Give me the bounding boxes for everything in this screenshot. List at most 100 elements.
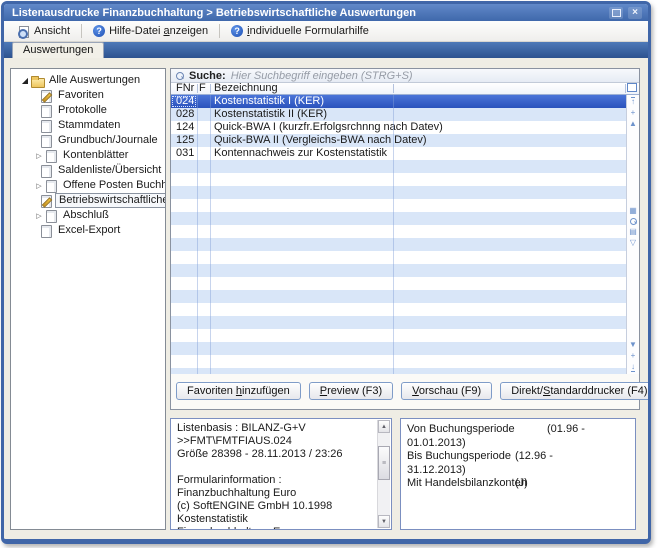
- add-icon[interactable]: +: [631, 352, 636, 360]
- preview-button[interactable]: Preview (F3): [309, 382, 393, 400]
- tree-item-label: Favoriten: [55, 89, 107, 102]
- page-icon: [40, 165, 55, 177]
- scroll-up-icon[interactable]: ▲: [629, 120, 637, 128]
- search-icon: [176, 72, 184, 80]
- column-divider: [197, 95, 198, 374]
- info-line: Finanzbuchhaltung Euro: [177, 487, 373, 500]
- tree-item-kontenblaetter[interactable]: ▷ Kontenblätter: [11, 148, 165, 163]
- favoriten-hinzufuegen-button[interactable]: Favoriten hinzufügen: [176, 382, 301, 400]
- tree-item-alle-auswertungen[interactable]: ◢ Alle Auswertungen: [11, 73, 165, 88]
- tree-item-label: Abschluß: [60, 209, 112, 222]
- period-label: Von Buchungsperiode: [407, 423, 629, 437]
- tab-auswertungen[interactable]: Auswertungen: [12, 42, 104, 58]
- scrollbar-thumb[interactable]: ≡: [378, 446, 390, 480]
- search-input[interactable]: Hier Suchbegriff eingeben (STRG+S): [231, 70, 639, 82]
- page-icon: [45, 210, 60, 222]
- info-line: [177, 461, 373, 474]
- scroll-up-arrow-icon[interactable]: ▲: [378, 420, 390, 433]
- window-title: Listenausdrucke Finanzbuchhaltung > Betr…: [12, 7, 604, 19]
- info-scrollbar[interactable]: ▲ ≡ ▼: [377, 420, 390, 528]
- folder-icon: [31, 75, 46, 87]
- info-line: (c) SoftENGINE GmbH 10.1998: [177, 500, 373, 513]
- vorschau-button[interactable]: Vorschau (F9): [401, 382, 492, 400]
- tree-item-protokolle[interactable]: Protokolle: [11, 103, 165, 118]
- tree-item-betriebswirtschaftliche-auswertungen[interactable]: Betriebswirtschaftliche Auswertungen: [11, 193, 165, 208]
- column-divider: [210, 95, 211, 374]
- scroll-to-bottom-icon[interactable]: ↓: [631, 363, 635, 372]
- column-chooser-icon[interactable]: [629, 85, 637, 92]
- ansicht-button[interactable]: Ansicht: [10, 22, 77, 41]
- tree-item-stammdaten[interactable]: Stammdaten: [11, 118, 165, 133]
- list-header[interactable]: FNr F Bezeichnung: [171, 83, 639, 95]
- list-view-icon[interactable]: ▤: [629, 228, 637, 236]
- action-button-row: Favoriten hinzufügen Preview (F3) Vorsch…: [171, 374, 639, 409]
- toolbar-separator: [219, 24, 220, 38]
- tree-item-label: Protokolle: [55, 104, 110, 117]
- title-bar[interactable]: Listenausdrucke Finanzbuchhaltung > Betr…: [4, 4, 648, 21]
- tree-item-abschluss[interactable]: ▷ Abschluß: [11, 208, 165, 223]
- app-window: Listenausdrucke Finanzbuchhaltung > Betr…: [1, 1, 651, 544]
- help-icon: ?: [93, 25, 105, 37]
- table-row[interactable]: 028 Kostenstatistik II (KER): [171, 108, 626, 121]
- period-value: (J): [515, 477, 528, 491]
- page-icon: [40, 135, 55, 147]
- grid-view-icon[interactable]: ▦: [629, 207, 637, 215]
- scroll-down-arrow-icon[interactable]: ▼: [378, 515, 390, 528]
- search-bar[interactable]: Suche: Hier Suchbegriff eingeben (STRG+S…: [171, 69, 639, 83]
- tree-item-offene-posten[interactable]: ▷ Offene Posten Buchhaltung: [11, 178, 165, 193]
- expander-closed-icon[interactable]: ▷: [33, 182, 45, 190]
- cell-f: [197, 134, 210, 147]
- column-divider: [393, 95, 394, 374]
- table-row[interactable]: 124 Quick-BWA I (kurzfr.Erfolgsrchnng na…: [171, 121, 626, 134]
- cell-f: [197, 121, 210, 134]
- hilfe-datei-anzeigen-button[interactable]: ? Hilfe-Datei anzeigen: [86, 22, 215, 40]
- info-line: Größe 28398 - 28.11.2013 / 23:26: [177, 448, 373, 461]
- cell-fnr: 125: [171, 134, 197, 147]
- expander-open-icon[interactable]: ◢: [19, 76, 31, 85]
- info-line: Finanzbuchhaltung Euro: [177, 526, 373, 530]
- add-icon[interactable]: +: [631, 109, 636, 117]
- tree-item-favoriten[interactable]: Favoriten: [11, 88, 165, 103]
- tree-item-label: Kontenblätter: [60, 149, 131, 162]
- expander-closed-icon[interactable]: ▷: [33, 152, 45, 160]
- listenbasis-info-panel: Listenbasis : BILANZ-G+V >>FMT\FMTFIAUS.…: [170, 418, 392, 530]
- close-icon[interactable]: ×: [628, 7, 642, 19]
- column-divider: [197, 84, 198, 93]
- restore-icon[interactable]: [609, 7, 623, 19]
- tree-item-label: Offene Posten Buchhaltung: [60, 179, 166, 192]
- zoom-icon[interactable]: [630, 218, 637, 225]
- direkt-standarddrucker-button[interactable]: Direkt/Standarddrucker (F4): [500, 382, 651, 400]
- column-header-f[interactable]: F: [199, 83, 206, 94]
- tree-item-grundbuch-journale[interactable]: Grundbuch/Journale: [11, 133, 165, 148]
- column-header-bezeichnung[interactable]: Bezeichnung: [214, 83, 278, 94]
- help-icon: ?: [231, 25, 243, 37]
- period-row: Bis Buchungsperiode (12.96 - 31.12.2013): [407, 450, 629, 477]
- table-row[interactable]: 031 Kontennachweis zur Kostenstatistik: [171, 147, 626, 160]
- scroll-down-icon[interactable]: ▼: [629, 341, 637, 349]
- page-icon: [45, 180, 60, 192]
- individuelle-formularhilfe-button[interactable]: ? individuelle Formularhilfe: [224, 22, 376, 40]
- search-label: Suche:: [189, 70, 226, 82]
- column-header-fnr[interactable]: FNr: [176, 83, 194, 94]
- expander-closed-icon[interactable]: ▷: [33, 212, 45, 220]
- table-row[interactable]: 125 Quick-BWA II (Vergleichs-BWA nach Da…: [171, 134, 626, 147]
- list-body[interactable]: 024 Kostenstatistik I (KER) 028 Kostenst…: [171, 95, 626, 374]
- list-side-toolbar: ↑ + ▲ ▦ ▤ ▽ ▼ + ↓: [626, 95, 639, 374]
- cell-f: [197, 147, 210, 160]
- page-icon: [45, 150, 60, 162]
- page-icon: [40, 120, 55, 132]
- cell-fnr: 031: [171, 147, 197, 160]
- page-icon: [40, 105, 55, 117]
- table-row[interactable]: 024 Kostenstatistik I (KER): [171, 95, 626, 108]
- filter-icon[interactable]: ▽: [630, 239, 636, 247]
- info-line: Formularinformation :: [177, 474, 373, 487]
- column-divider: [625, 84, 626, 93]
- period-value-continued: 01.01.2013): [407, 437, 629, 451]
- toolbar: Ansicht ? Hilfe-Datei anzeigen ? individ…: [4, 21, 648, 42]
- tree-item-excel-export[interactable]: Excel-Export: [11, 223, 165, 238]
- cell-f: [197, 108, 210, 121]
- scroll-to-top-icon[interactable]: ↑: [631, 97, 635, 106]
- tree-item-saldenliste[interactable]: Saldenliste/Übersicht: [11, 163, 165, 178]
- info-line: Kostenstatistik: [177, 513, 373, 526]
- auswertungen-list-panel: Suche: Hier Suchbegriff eingeben (STRG+S…: [170, 68, 640, 410]
